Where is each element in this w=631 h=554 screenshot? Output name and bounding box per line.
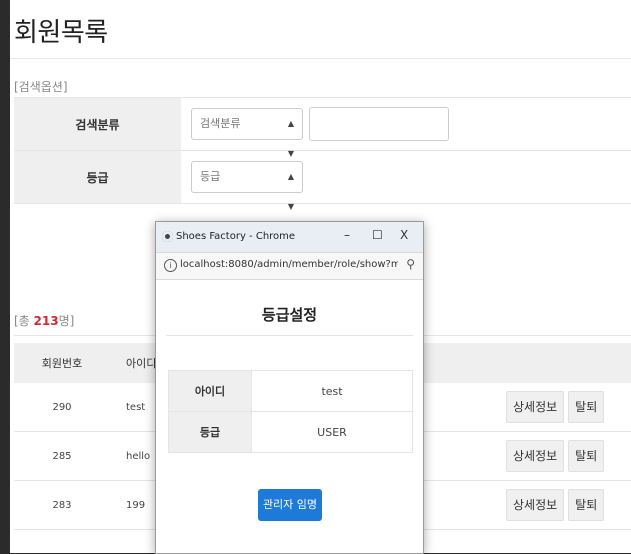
minimize-icon[interactable]: – xyxy=(344,228,350,242)
detail-button[interactable]: 상세정보 xyxy=(506,489,565,521)
popup-id-label: 아이디 xyxy=(168,370,252,412)
popup-heading: 등급설정 xyxy=(261,306,318,324)
close-icon[interactable]: X xyxy=(400,228,408,242)
search-category-select[interactable]: 검색분류 ▲ ▼ xyxy=(191,108,303,158)
popup-grade-value: USER xyxy=(251,411,413,453)
maximize-icon[interactable]: ☐ xyxy=(372,228,383,242)
search-keyword-input[interactable] xyxy=(309,107,449,141)
grade-label: 등급 xyxy=(14,150,181,204)
header-member-no: 회원번호 xyxy=(14,343,110,383)
popup-info-table: 아이디 test 등급 USER xyxy=(168,370,413,453)
grade-settings-popup: Shoes Factory - Chrome – ☐ X i localhost… xyxy=(155,221,424,554)
search-category-label: 검색분류 xyxy=(14,97,181,151)
withdraw-button[interactable]: 탈퇴 xyxy=(568,391,605,423)
popup-address-bar[interactable]: i localhost:8080/admin/member/role/show?… xyxy=(156,252,423,280)
title-divider xyxy=(10,58,631,59)
member-no: 285 xyxy=(14,431,110,481)
popup-id-row: 아이디 test xyxy=(168,370,413,412)
popup-divider xyxy=(166,335,413,336)
zoom-icon[interactable]: ⚲ xyxy=(406,257,415,271)
search-options-caption: [검색옵션] xyxy=(14,80,68,94)
search-options-table: 검색분류 검색분류 ▲ ▼ 등급 등급 ▲ ▼ xyxy=(14,97,631,211)
member-no: 290 xyxy=(14,383,110,432)
grade-row: 등급 등급 ▲ ▼ xyxy=(14,150,631,211)
search-category-row: 검색분류 검색분류 ▲ ▼ xyxy=(14,97,631,158)
total-count: [총 213명] xyxy=(14,314,75,328)
member-no: 283 xyxy=(14,480,110,530)
grade-select[interactable]: 등급 ▲ ▼ xyxy=(191,161,303,211)
popup-titlebar[interactable]: Shoes Factory - Chrome – ☐ X xyxy=(156,222,423,252)
detail-button[interactable]: 상세정보 xyxy=(506,440,565,472)
withdraw-button[interactable]: 탈퇴 xyxy=(568,489,605,521)
appoint-admin-button[interactable]: 관리자 임명 xyxy=(258,489,322,521)
select-arrows-icon: ▲ ▼ xyxy=(287,172,294,211)
info-icon[interactable]: i xyxy=(164,259,177,272)
withdraw-button[interactable]: 탈퇴 xyxy=(568,440,605,472)
total-count-number: 213 xyxy=(33,314,59,328)
popup-grade-row: 등급 USER xyxy=(168,411,413,453)
page-title: 회원목록 xyxy=(14,18,108,48)
detail-button[interactable]: 상세정보 xyxy=(506,391,565,423)
popup-grade-label: 등급 xyxy=(168,411,252,453)
chrome-icon xyxy=(162,231,173,242)
popup-window-title: Shoes Factory - Chrome xyxy=(176,231,296,242)
select-arrows-icon: ▲ ▼ xyxy=(287,119,294,158)
popup-id-value: test xyxy=(251,370,413,412)
popup-url: localhost:8080/admin/member/role/show?me… xyxy=(180,259,398,270)
